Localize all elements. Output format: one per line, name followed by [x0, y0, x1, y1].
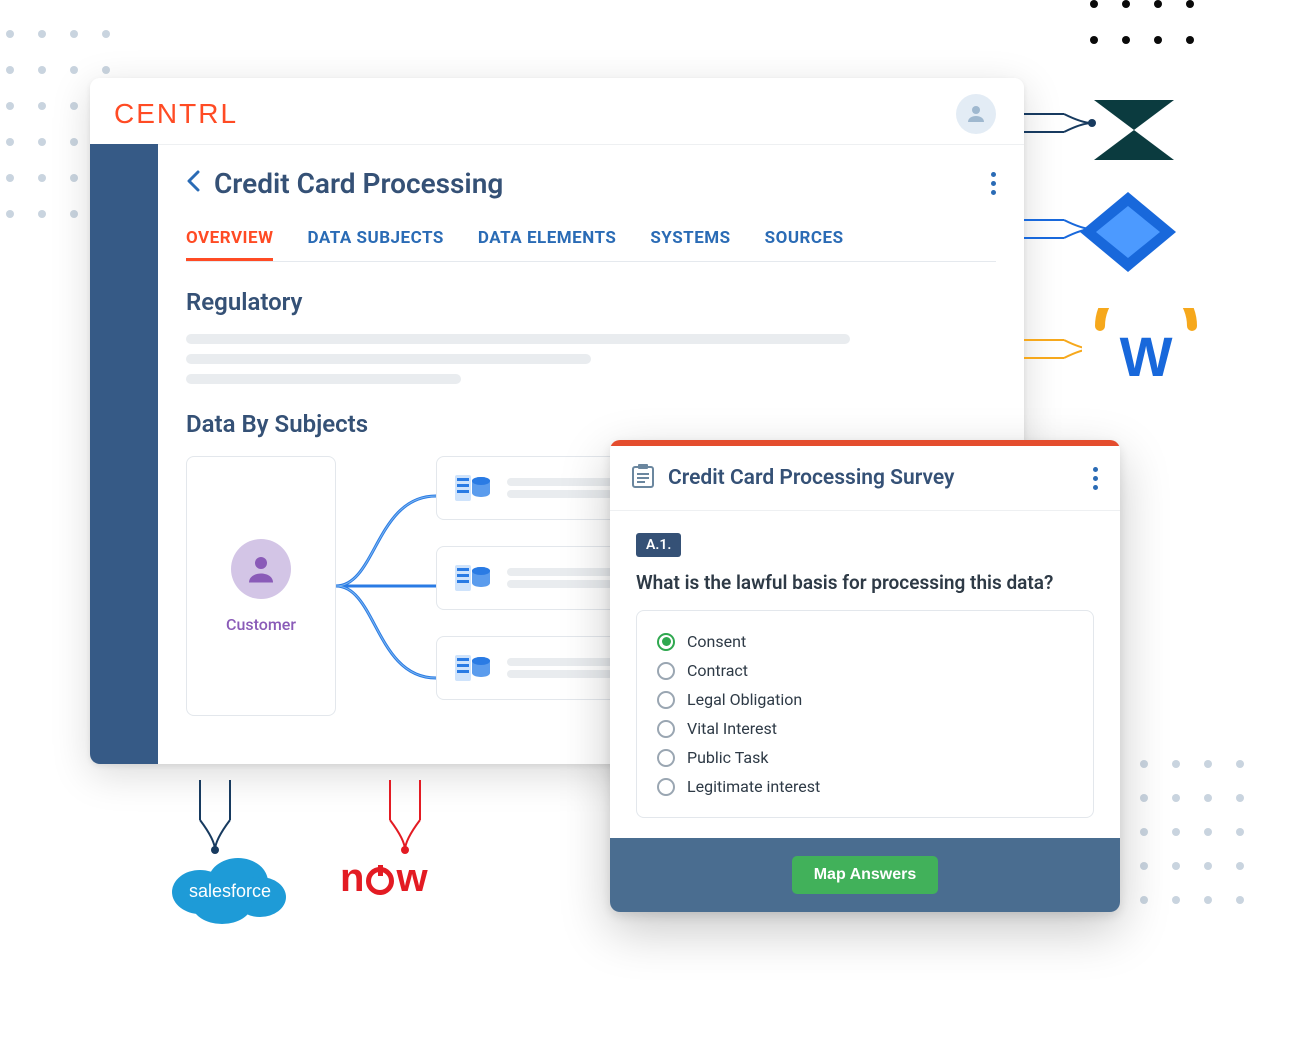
database-icon: [453, 561, 493, 595]
tab-data-subjects[interactable]: DATA SUBJECTS: [307, 228, 443, 261]
section-dbs-heading: Data By Subjects: [186, 410, 996, 438]
question-text: What is the lawful basis for processing …: [636, 571, 1094, 594]
survey-title: Credit Card Processing Survey: [668, 466, 954, 490]
map-answers-button[interactable]: Map Answers: [792, 856, 939, 894]
options-group: Consent Contract Legal Obligation Vital …: [636, 610, 1094, 818]
svg-text:W: W: [1120, 325, 1173, 388]
jira-icon: [1080, 192, 1176, 272]
regulatory-placeholder: [186, 334, 996, 384]
chevron-left-icon: [186, 170, 200, 192]
database-icon: [453, 651, 493, 685]
integration-jira: [1080, 192, 1176, 276]
person-icon: [964, 102, 988, 126]
side-rail: [90, 144, 158, 764]
subject-card-customer[interactable]: Customer: [186, 456, 336, 716]
radio-icon: [657, 778, 675, 796]
zendesk-icon: [1094, 100, 1174, 160]
diagram-connector: [336, 456, 436, 716]
window-header: CENTRL: [90, 78, 1024, 144]
radio-icon: [657, 662, 675, 680]
tab-sources[interactable]: SOURCES: [765, 228, 844, 261]
radio-icon: [657, 691, 675, 709]
kebab-icon: [991, 172, 996, 195]
tab-systems[interactable]: SYSTEMS: [650, 228, 730, 261]
page-actions-menu[interactable]: [991, 172, 996, 195]
option-label: Vital Interest: [687, 719, 777, 738]
subject-label: Customer: [226, 615, 296, 634]
option-label: Contract: [687, 661, 748, 680]
decor-dots-top-right: [1090, 0, 1194, 44]
integration-zendesk: [1094, 100, 1174, 164]
survey-footer: Map Answers: [610, 838, 1120, 912]
decor-dots-bottom-right: [1140, 760, 1244, 904]
back-button[interactable]: [186, 169, 200, 199]
kebab-icon: [1093, 467, 1098, 490]
power-icon: [366, 867, 394, 895]
integration-salesforce: salesforce: [160, 842, 300, 932]
option-label: Legal Obligation: [687, 690, 802, 709]
option-label: Legitimate interest: [687, 777, 820, 796]
now-n: n: [340, 856, 364, 901]
person-icon: [243, 551, 279, 587]
page-title: Credit Card Processing: [214, 167, 503, 200]
survey-icon: [632, 464, 654, 492]
brand-logo: CENTRL: [114, 98, 238, 130]
option-legal-obligation[interactable]: Legal Obligation: [657, 685, 1073, 714]
section-regulatory-heading: Regulatory: [186, 288, 996, 316]
connector-servicenow: [380, 780, 440, 860]
integration-label: salesforce: [189, 881, 271, 901]
database-icon: [453, 471, 493, 505]
now-w: w: [396, 856, 427, 901]
option-public-task[interactable]: Public Task: [657, 743, 1073, 772]
radio-icon: [657, 720, 675, 738]
radio-icon: [657, 633, 675, 651]
survey-actions-menu[interactable]: [1093, 467, 1098, 490]
survey-popover: Credit Card Processing Survey A.1. What …: [610, 440, 1120, 912]
integration-servicenow: nw: [340, 856, 428, 901]
tab-bar: OVERVIEW DATA SUBJECTS DATA ELEMENTS SYS…: [186, 228, 996, 262]
question-id-badge: A.1.: [636, 533, 681, 557]
workday-icon: W: [1082, 308, 1210, 392]
integration-workday: W: [1082, 308, 1210, 392]
option-consent[interactable]: Consent: [657, 627, 1073, 656]
option-legitimate-interest[interactable]: Legitimate interest: [657, 772, 1073, 801]
user-avatar[interactable]: [956, 94, 996, 134]
tab-data-elements[interactable]: DATA ELEMENTS: [478, 228, 616, 261]
option-label: Consent: [687, 632, 746, 651]
option-contract[interactable]: Contract: [657, 656, 1073, 685]
option-vital-interest[interactable]: Vital Interest: [657, 714, 1073, 743]
radio-icon: [657, 749, 675, 767]
subject-avatar: [231, 539, 291, 599]
connector-zendesk: [1024, 104, 1104, 144]
tab-overview[interactable]: OVERVIEW: [186, 228, 273, 261]
option-label: Public Task: [687, 748, 768, 767]
